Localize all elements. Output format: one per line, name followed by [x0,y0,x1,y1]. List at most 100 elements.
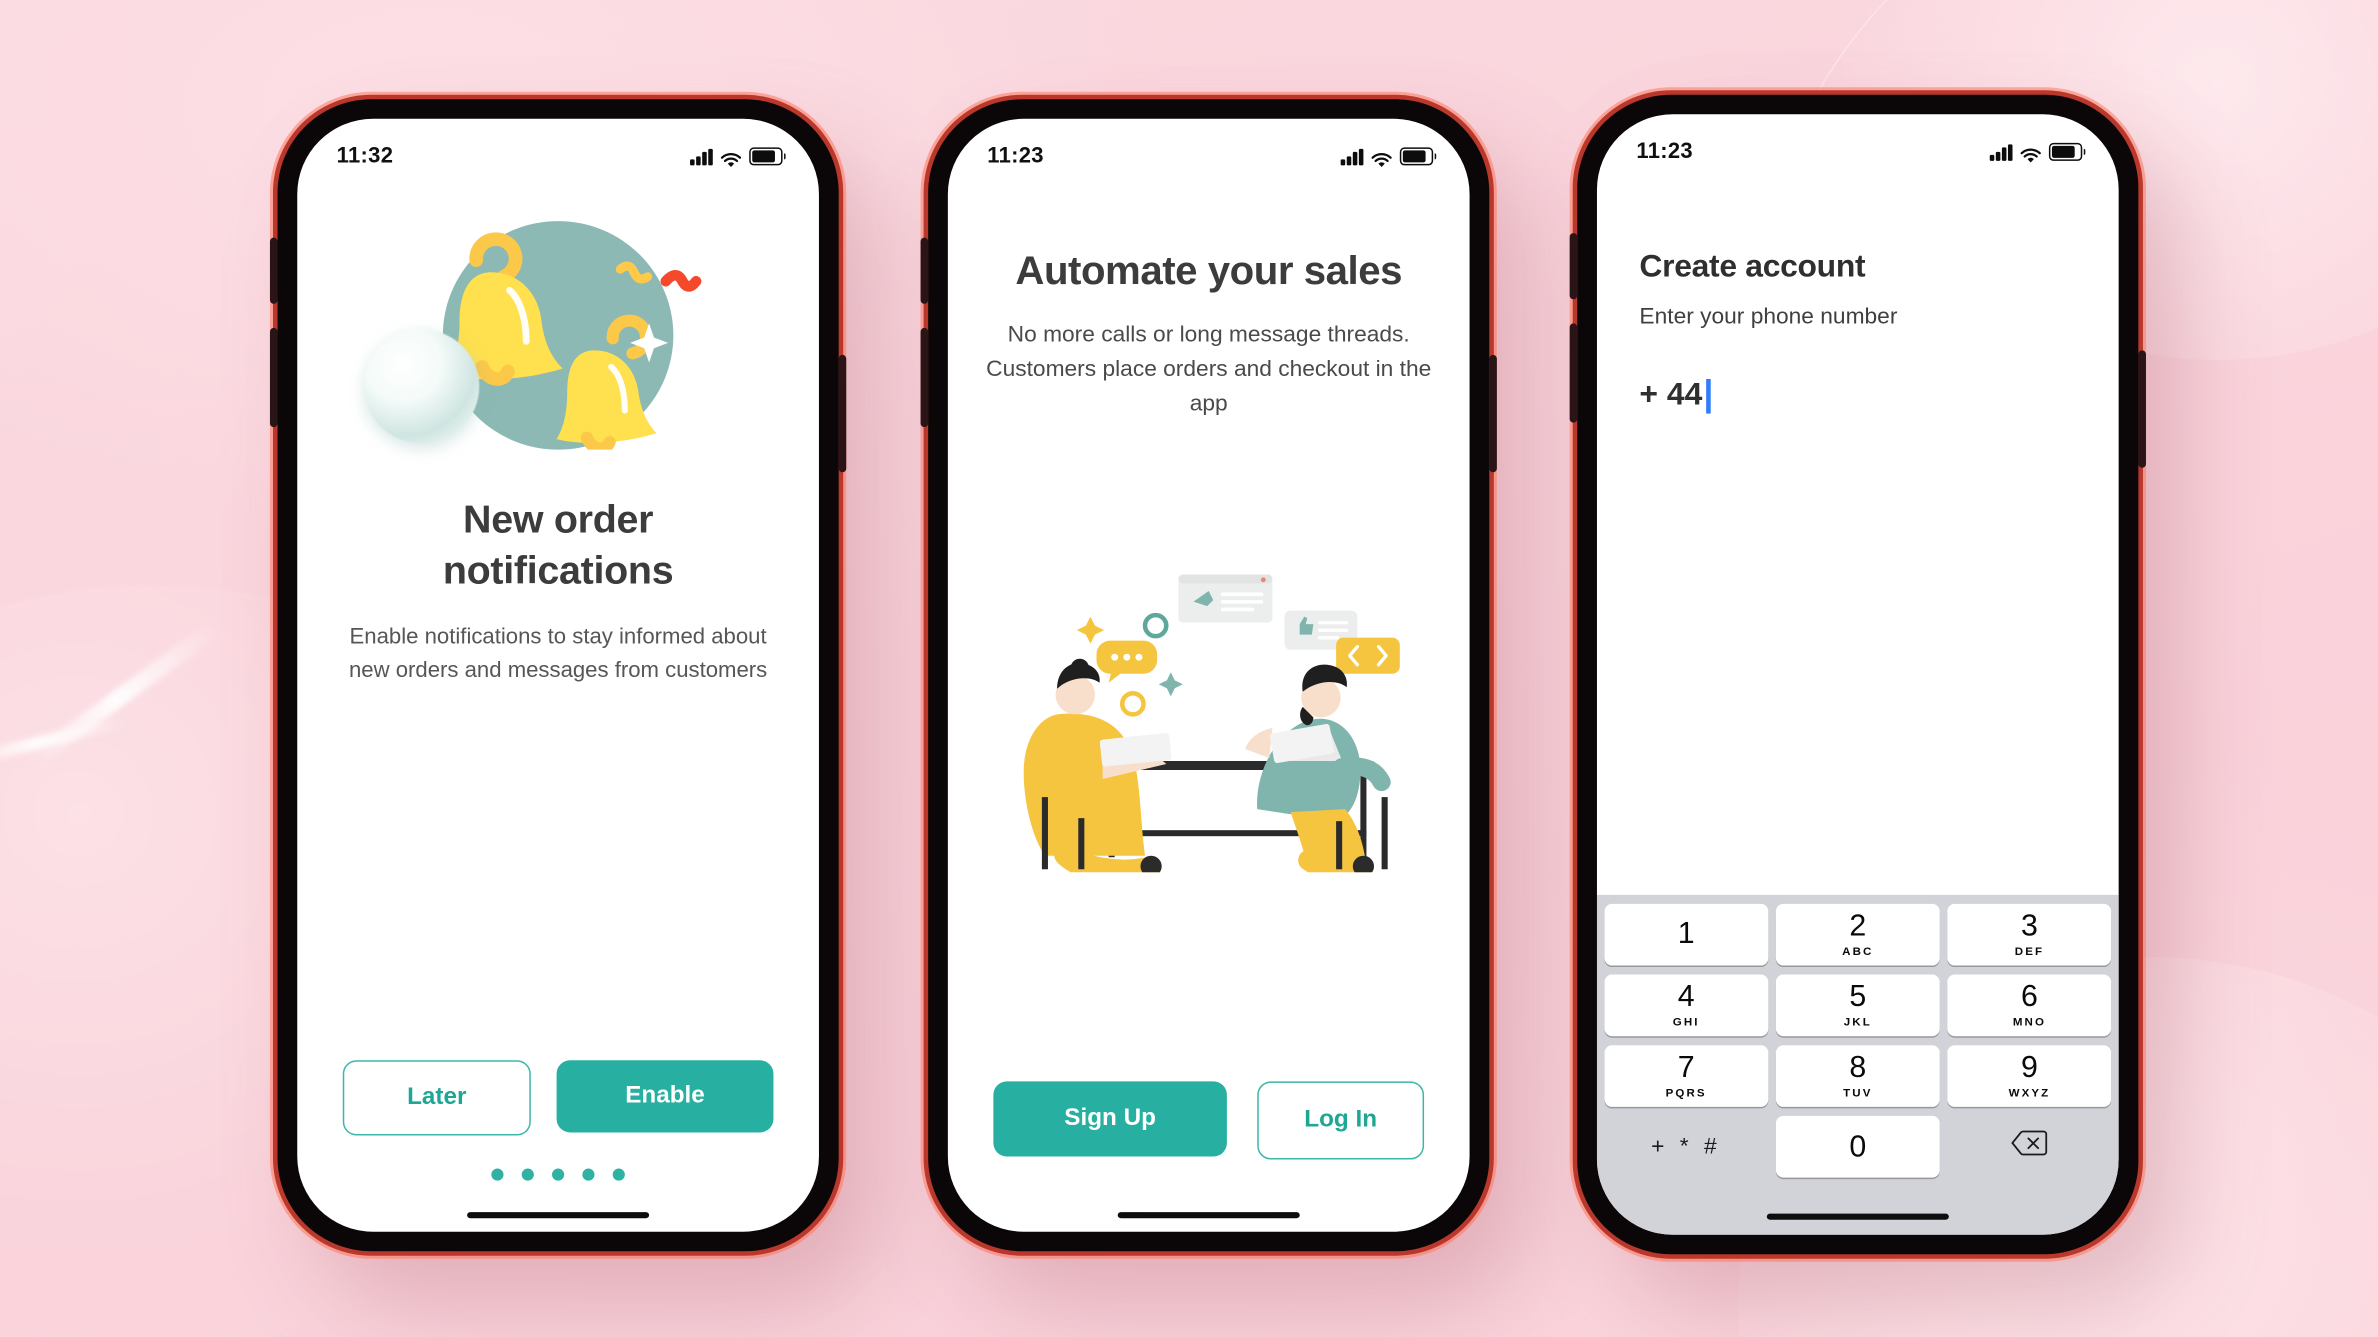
notifications-screen: 11:32 New order notifications Enable not… [297,119,819,1232]
glow-bubble [363,329,480,444]
pager-dot[interactable] [521,1168,534,1181]
status-bar-icons [690,147,787,167]
home-indicator[interactable] [467,1211,650,1219]
volume-up-button[interactable] [269,237,278,304]
page-subtitle: Enable notifications to stay informed ab… [348,625,768,683]
signal-bars-icon [1340,148,1364,165]
later-button[interactable]: Later [342,1060,531,1136]
phone-screen: 11:32 New order notifications Enable not… [297,118,819,1232]
backspace-icon [2011,1129,2048,1164]
phone-mockup-create-account: 11:23 Create account Enter your phone nu… [1569,94,2146,1255]
text-caret [1706,378,1711,413]
key-1[interactable]: 1 [1604,903,1768,966]
keypad-row: 4 GHI 5 JKL 6 MNO [1604,974,2112,1037]
key-letters: MNO [2012,1015,2047,1029]
key-9[interactable]: 9 WXYZ [1947,1045,2112,1107]
key-letters: PQRS [1665,1085,1707,1100]
volume-up-button[interactable] [920,237,929,304]
battery-icon [2048,142,2086,162]
wifi-icon [720,148,742,167]
key-number: 0 [1849,1130,1867,1164]
key-symbols[interactable]: + * # [1605,1116,1768,1178]
key-6[interactable]: 6 MNO [1947,974,2112,1037]
status-bar: 11:23 [948,119,1470,176]
home-indicator[interactable] [1117,1211,1300,1219]
page-subtitle: No more calls or long message threads. C… [986,321,1432,416]
pager-dot[interactable] [491,1168,504,1181]
power-button[interactable] [838,354,847,473]
log-in-button[interactable]: Log In [1257,1081,1425,1160]
key-letters: JKL [1843,1015,1872,1029]
wifi-icon [1371,148,1392,167]
phone-screen: 11:23 Automate your sales No more calls … [947,118,1470,1232]
battery-icon [1399,147,1437,166]
key-symbols-label: + * # [1651,1133,1722,1160]
key-backspace[interactable] [1948,1116,2111,1178]
key-number: 7 [1677,1051,1695,1085]
page-title: Automate your sales [1015,248,1403,294]
key-number: 8 [1849,1051,1867,1085]
phone-number-input[interactable]: + 44 [1639,377,2118,413]
status-bar-icons [1989,142,2086,162]
volume-down-button[interactable] [1569,323,1578,423]
bottom-spacer [297,1181,819,1232]
key-number: 4 [1677,980,1695,1014]
phone-number-value: + 44 [1639,377,1703,413]
status-bar: 11:23 [1597,114,2119,171]
key-number: 9 [2021,1051,2038,1085]
automate-sales-screen: 11:23 Automate your sales No more calls … [948,119,1470,1232]
home-indicator[interactable] [1766,1212,1949,1220]
phone-mockup-notifications: 11:32 New order notifications Enable not… [269,99,847,1252]
keypad-row: 1 2 ABC 3 DEF [1604,903,2112,966]
signal-bars-icon [690,148,713,165]
numeric-keypad: 1 2 ABC 3 DEF 4 GHI 5 JKL 6 MNO 7 PQRS 8… [1596,894,2119,1235]
key-letters: ABC [1842,944,1874,959]
enable-button[interactable]: Enable [556,1060,774,1133]
people-at-desk-illustration [948,428,1470,1082]
bells-illustration [297,215,819,450]
volume-up-button[interactable] [1569,233,1578,300]
key-letters: TUV [1843,1085,1873,1100]
battery-icon [749,147,787,166]
volume-down-button[interactable] [269,327,278,428]
pager-dot[interactable] [582,1168,595,1181]
key-number: 5 [1849,980,1867,1014]
illustration-art [1023,575,1400,873]
signal-bars-icon [1989,143,2013,161]
pager-dots[interactable] [297,1168,819,1181]
status-bar-time: 11:23 [1636,139,1693,164]
phone-mockup-automate-sales: 11:23 Automate your sales No more calls … [920,99,1497,1252]
key-number: 2 [1849,909,1867,943]
key-5[interactable]: 5 JKL [1776,974,1940,1037]
pager-dot[interactable] [612,1168,625,1181]
power-button[interactable] [2138,350,2146,468]
key-letters: GHI [1672,1015,1700,1029]
create-account-screen: 11:23 Create account Enter your phone nu… [1596,114,2119,1235]
volume-down-button[interactable] [920,327,929,428]
power-button[interactable] [1489,354,1497,473]
key-8[interactable]: 8 TUV [1776,1045,1940,1107]
phone-screen: 11:23 Create account Enter your phone nu… [1596,114,2119,1235]
key-letters: WXYZ [2008,1085,2051,1100]
status-bar: 11:32 [297,119,819,176]
pager-dot[interactable] [552,1168,565,1181]
key-4[interactable]: 4 GHI [1604,974,1768,1037]
status-bar-icons [1340,147,1437,167]
wifi-icon [2020,144,2041,162]
key-3[interactable]: 3 DEF [1947,903,2112,966]
key-letters: DEF [2014,944,2045,959]
key-number: 6 [2021,980,2038,1014]
sign-up-button[interactable]: Sign Up [993,1081,1227,1157]
key-2[interactable]: 2 ABC [1776,903,1940,966]
key-0[interactable]: 0 [1776,1115,1940,1178]
page-subtitle: Enter your phone number [1639,303,1898,330]
action-buttons: Sign Up Log In [948,1081,1470,1160]
keypad-row: + * # 0 [1605,1115,2112,1178]
bottom-spacer [948,1160,1470,1232]
status-bar-time: 11:23 [987,144,1044,169]
action-buttons: Later Enable [297,1060,819,1136]
page-title: New order notifications [442,496,674,593]
key-7[interactable]: 7 PQRS [1604,1045,1768,1107]
status-bar-time: 11:32 [336,144,394,169]
